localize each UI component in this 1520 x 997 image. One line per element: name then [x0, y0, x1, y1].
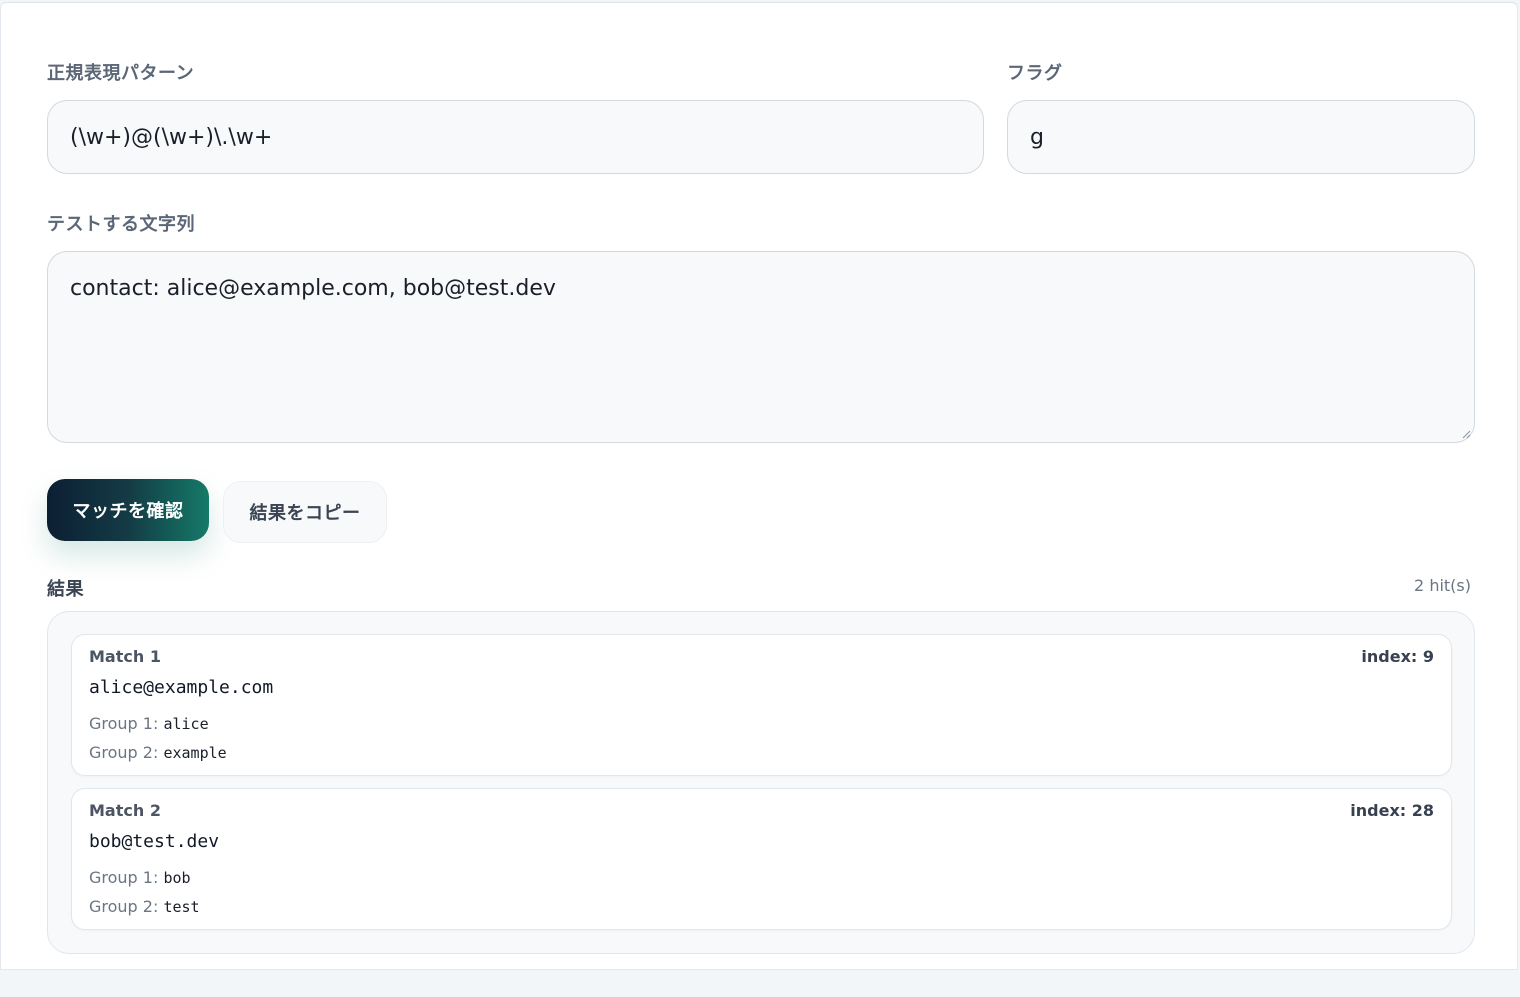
group-label: Group 1: [89, 868, 159, 887]
flags-input-value: g [1030, 124, 1044, 150]
test-string-textarea[interactable]: contact: alice@example.com, bob@test.dev [47, 251, 1475, 443]
match-value: alice@example.com [89, 677, 274, 698]
group-value: bob [163, 869, 191, 887]
group-label: Group 2: [89, 743, 159, 762]
results-panel: Match 1 index: 9 alice@example.com Group… [47, 611, 1475, 954]
resize-handle-icon[interactable] [1461, 429, 1471, 439]
match-index: index: 28 [1350, 801, 1434, 820]
results-label: 結果 [47, 579, 84, 600]
match-card: Match 2 index: 28 bob@test.dev Group 1: … [71, 788, 1452, 930]
pattern-input-value: (\w+)@(\w+)\.\w+ [70, 124, 273, 150]
group-value: alice [163, 715, 209, 733]
match-index: index: 9 [1361, 647, 1434, 666]
group-label: Group 1: [89, 714, 159, 733]
match-title: Match 2 [89, 801, 161, 820]
group-line: Group 1: bob [89, 868, 191, 887]
flags-input[interactable]: g [1007, 100, 1475, 174]
pattern-label: 正規表現パターン [47, 63, 195, 84]
group-line: Group 2: test [89, 897, 200, 916]
test-string-value: contact: alice@example.com, bob@test.dev [70, 276, 556, 301]
group-label: Group 2: [89, 897, 159, 916]
test-string-label: テストする文字列 [47, 214, 195, 235]
group-value: example [163, 744, 227, 762]
group-value: test [163, 898, 200, 916]
match-title: Match 1 [89, 647, 161, 666]
match-card: Match 1 index: 9 alice@example.com Group… [71, 634, 1452, 776]
hit-count: 2 hit(s) [1414, 576, 1471, 595]
pattern-input[interactable]: (\w+)@(\w+)\.\w+ [47, 100, 984, 174]
match-value: bob@test.dev [89, 831, 220, 852]
group-line: Group 2: example [89, 743, 227, 762]
check-match-button[interactable]: マッチを確認 [47, 479, 209, 541]
group-line: Group 1: alice [89, 714, 209, 733]
copy-results-button[interactable]: 結果をコピー [223, 481, 387, 543]
flags-label: フラグ [1007, 63, 1063, 84]
regex-tester-card: 正規表現パターン (\w+)@(\w+)\.\w+ フラグ g テストする文字列… [0, 2, 1518, 970]
